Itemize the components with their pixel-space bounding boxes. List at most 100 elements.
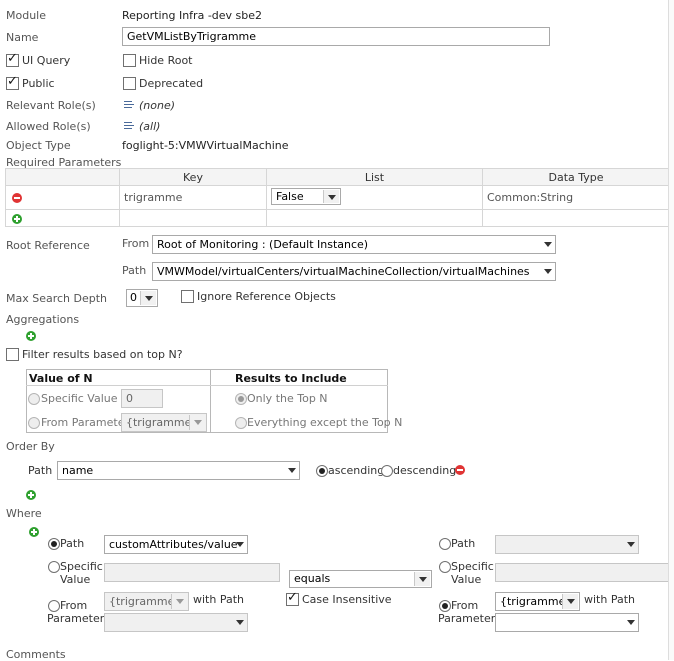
col-spacer — [5, 168, 120, 186]
descending-radio[interactable] — [381, 465, 393, 477]
case-insensitive-checkbox[interactable] — [286, 590, 299, 606]
aggregations-label: Aggregations — [6, 313, 80, 326]
ignore-reference-checkbox[interactable] — [181, 290, 194, 303]
right-specific-label: Specific Value — [451, 560, 494, 586]
param-list-select[interactable]: False — [271, 187, 341, 205]
list-edit-icon[interactable] — [124, 101, 136, 110]
right-path-select[interactable] — [495, 535, 639, 554]
filter-top-n-checkbox[interactable] — [6, 348, 19, 361]
left-path-label: Path — [60, 537, 85, 550]
chevron-down-icon — [323, 189, 339, 203]
left-path-select[interactable]: customAttributes/value — [104, 535, 248, 554]
left-path-radio[interactable] — [48, 538, 60, 550]
hide-root-label: Hide Root — [139, 54, 193, 67]
order-path-value: name — [62, 464, 94, 477]
specific-value-radio[interactable] — [28, 393, 40, 405]
right-from-param-radio[interactable] — [439, 600, 451, 612]
module-value: Reporting Infra -dev sbe2 — [122, 9, 263, 22]
vertical-scrollbar[interactable] — [668, 0, 674, 660]
from-parameter-label: From Parameter — [41, 416, 129, 429]
left-specific-input[interactable] — [104, 563, 280, 582]
right-with-path-select[interactable] — [495, 613, 639, 632]
left-from-param-radio[interactable] — [48, 600, 60, 612]
row-add — [5, 209, 120, 227]
relevant-roles-value[interactable]: (none) — [139, 99, 175, 112]
param-key[interactable]: trigramme — [119, 185, 267, 210]
right-param-select[interactable]: {trigramme} — [495, 592, 580, 611]
only-top-n-label: Only the Top N — [247, 392, 328, 405]
object-type-label: Object Type — [6, 139, 71, 152]
right-specific-input[interactable] — [495, 563, 670, 582]
right-specific-radio[interactable] — [439, 561, 451, 573]
path-label: Path — [122, 264, 147, 277]
only-top-n-radio[interactable] — [235, 393, 247, 405]
hide-root-checkbox[interactable] — [123, 54, 136, 67]
chevron-down-icon — [236, 620, 244, 625]
object-type-value: foglight-5:VMWVirtualMachine — [122, 139, 289, 152]
param-type[interactable]: Common:String — [482, 185, 670, 210]
chevron-down-icon — [189, 415, 205, 430]
from-parameter-value: {trigramme} — [126, 416, 199, 429]
col-list: List — [266, 168, 483, 186]
root-from-select[interactable]: Root of Monitoring : (Default Instance) — [152, 235, 556, 254]
add-order-icon[interactable] — [26, 490, 36, 500]
ignore-reference-label: Ignore Reference Objects — [197, 290, 336, 303]
add-aggregation-icon[interactable] — [26, 331, 36, 341]
right-path-label: Path — [451, 537, 476, 550]
name-label: Name — [6, 31, 39, 44]
case-insensitive-label: Case Insensitive — [302, 593, 392, 606]
add-parameter-icon[interactable] — [12, 214, 22, 224]
allowed-roles-value[interactable]: (all) — [139, 120, 160, 133]
results-to-include-header: Results to Include — [235, 372, 347, 385]
chevron-down-icon — [627, 542, 635, 547]
ui-query-label: UI Query — [22, 54, 71, 67]
add-condition-icon[interactable] — [29, 527, 39, 537]
chevron-down-icon — [288, 468, 296, 473]
remove-order-icon[interactable] — [455, 465, 465, 475]
left-path-value: customAttributes/value — [109, 538, 238, 551]
from-label: From — [122, 237, 150, 250]
relevant-roles-label: Relevant Role(s) — [6, 99, 96, 112]
list-edit-icon[interactable] — [124, 122, 136, 131]
except-top-n-radio[interactable] — [235, 417, 247, 429]
chevron-down-icon — [544, 242, 552, 247]
public-label: Public — [22, 77, 55, 90]
chevron-down-icon — [171, 594, 187, 609]
operator-select[interactable]: equals — [289, 570, 432, 588]
descending-label: descending — [393, 464, 457, 477]
chevron-down-icon — [236, 542, 244, 547]
right-with-path-label: with Path — [584, 593, 635, 606]
max-search-depth-label: Max Search Depth — [6, 292, 108, 305]
root-path-value: VMWModel/virtualCenters/virtualMachineCo… — [157, 265, 530, 278]
left-with-path-select[interactable] — [104, 613, 248, 632]
where-label: Where — [6, 507, 42, 520]
root-path-select[interactable]: VMWModel/virtualCenters/virtualMachineCo… — [152, 262, 556, 281]
left-specific-radio[interactable] — [48, 561, 60, 573]
chevron-down-icon — [414, 572, 430, 586]
chevron-down-icon — [562, 594, 578, 609]
deprecated-label: Deprecated — [139, 77, 204, 90]
right-path-radio[interactable] — [439, 538, 451, 550]
remove-parameter-icon[interactable] — [12, 193, 22, 203]
order-path-label: Path — [28, 464, 53, 477]
specific-value-input[interactable]: 0 — [121, 389, 163, 408]
order-path-select[interactable]: name — [57, 461, 300, 480]
name-input[interactable]: GetVMListByTrigramme — [122, 27, 550, 46]
param-list-value: False — [276, 189, 304, 203]
from-parameter-radio[interactable] — [28, 417, 40, 429]
deprecated-checkbox[interactable] — [123, 77, 136, 90]
filter-top-n-label: Filter results based on top N? — [22, 348, 183, 361]
left-param-select[interactable]: {trigramme} — [104, 592, 189, 611]
chevron-down-icon — [627, 620, 635, 625]
chevron-down-icon — [140, 291, 156, 305]
ui-query-checkbox[interactable] — [6, 51, 19, 67]
public-checkbox[interactable] — [6, 74, 19, 90]
parameters-table: Key List Data Type trigramme False Commo… — [5, 168, 670, 227]
ascending-radio[interactable] — [316, 465, 328, 477]
max-search-depth-select[interactable]: 0 — [126, 289, 158, 307]
chevron-down-icon — [544, 269, 552, 274]
col-key: Key — [119, 168, 267, 186]
root-from-value: Root of Monitoring : (Default Instance) — [157, 238, 369, 251]
from-parameter-select[interactable]: {trigramme} — [121, 413, 207, 432]
operator-value: equals — [294, 572, 331, 585]
